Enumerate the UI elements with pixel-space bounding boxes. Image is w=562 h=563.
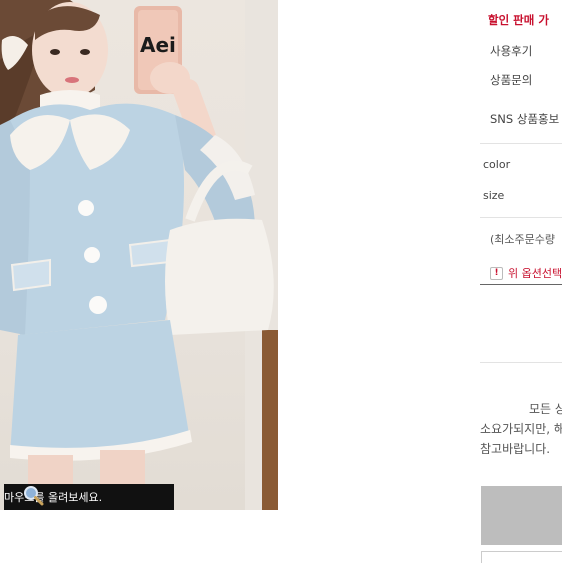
warning-icon: !	[490, 267, 503, 280]
secondary-button[interactable]	[481, 551, 562, 563]
sns-promo-link[interactable]: SNS 상품홍보	[490, 111, 559, 127]
qna-link[interactable]: 상품문의	[490, 72, 532, 88]
option-warning-text: 위 옵션선택	[508, 267, 562, 280]
zoom-hint: 마우스를 올려보세요.	[4, 484, 174, 510]
zoom-hint-text: 마우스를 올려보세요.	[4, 491, 103, 504]
divider	[480, 362, 562, 363]
divider	[480, 217, 562, 218]
size-option-label: size	[483, 189, 505, 202]
min-order-text: (최소주문수량	[490, 233, 556, 246]
color-option-label: color	[483, 158, 511, 171]
notice-line-3: 참고바랍니다.	[480, 442, 551, 456]
discount-price-label: 할인 판매 가	[488, 13, 549, 27]
product-image[interactable]: Aei 마우스를 올려보세요.	[0, 0, 278, 510]
product-illustration: Aei	[0, 0, 278, 510]
notice-line-2: 소요가되지만, 해	[480, 422, 562, 436]
divider	[480, 284, 562, 285]
buy-button[interactable]	[481, 486, 562, 545]
notice-line-1: 모든 상	[529, 402, 562, 416]
phone-case-text: Aei	[140, 33, 176, 57]
review-link[interactable]: 사용후기	[490, 43, 532, 59]
divider	[480, 143, 562, 144]
magnifier-icon	[24, 486, 44, 506]
